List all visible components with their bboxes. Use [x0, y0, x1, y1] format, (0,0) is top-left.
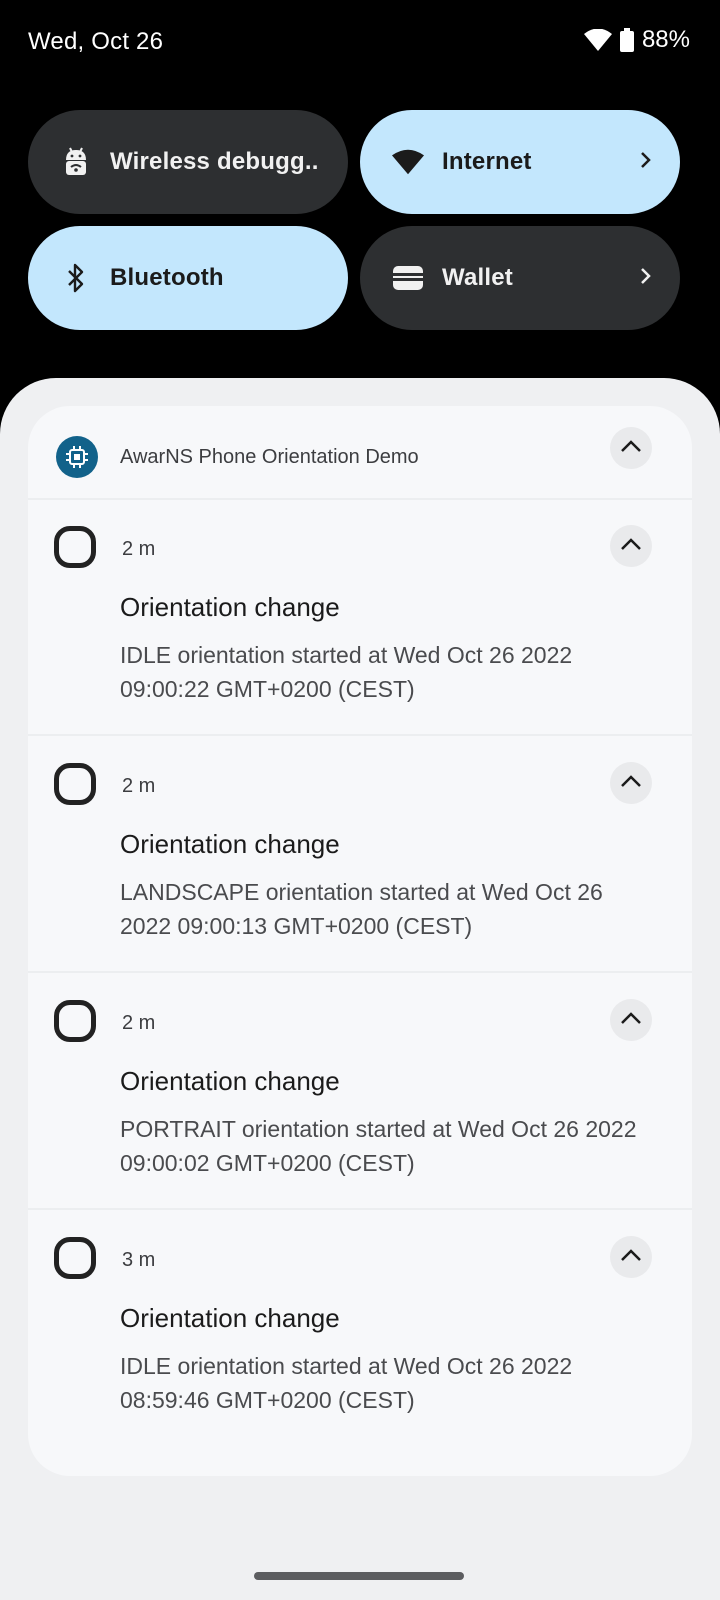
battery-icon — [619, 28, 634, 52]
wifi-icon — [583, 29, 612, 51]
collapse-notification-button[interactable] — [610, 1236, 652, 1278]
app-name: AwarNS Phone Orientation Demo — [120, 446, 419, 468]
divider — [28, 971, 692, 973]
notification-body: LANDSCAPE orientation started at Wed Oct… — [120, 879, 603, 939]
chip-icon — [56, 436, 98, 478]
battery-percent: 88% — [641, 26, 690, 53]
notification-item[interactable]: 3 m Orientation change IDLE orientation … — [28, 1211, 692, 1451]
notification-time: 3 m — [122, 1249, 156, 1271]
tile-bluetooth[interactable]: Bluetooth — [28, 226, 348, 330]
chevron-up-icon — [620, 439, 642, 458]
tile-label: Bluetooth — [110, 264, 224, 291]
android-debug-icon — [60, 146, 92, 178]
tile-label: Wallet — [442, 264, 513, 291]
collapse-notification-button[interactable] — [610, 999, 652, 1041]
notification-group-header[interactable]: AwarNS Phone Orientation Demo — [28, 406, 692, 508]
chevron-up-icon — [620, 774, 642, 793]
notification-title: Orientation change — [120, 592, 340, 622]
tile-wallet[interactable]: Wallet — [360, 226, 680, 330]
notification-title: Orientation change — [120, 829, 340, 859]
status-icons: 88% — [583, 26, 690, 54]
tile-wireless-debugging[interactable]: Wireless debugg.. — [28, 110, 348, 214]
circle-square-icon — [54, 763, 96, 805]
chevron-right-icon — [640, 264, 652, 292]
notification-title: Orientation change — [120, 1066, 340, 1096]
chevron-up-icon — [620, 1248, 642, 1267]
chevron-right-icon — [640, 148, 652, 176]
status-date: Wed, Oct 26 — [28, 28, 164, 55]
notification-body: IDLE orientation started at Wed Oct 26 2… — [120, 642, 573, 702]
circle-square-icon — [54, 526, 96, 568]
notification-item[interactable]: 2 m Orientation change IDLE orientation … — [28, 500, 692, 740]
tile-label: Internet — [442, 148, 532, 175]
wallet-icon — [392, 262, 424, 294]
circle-square-icon — [54, 1237, 96, 1279]
notification-body: IDLE orientation started at Wed Oct 26 2… — [120, 1353, 573, 1413]
divider — [28, 1208, 692, 1210]
chevron-up-icon — [620, 537, 642, 556]
notification-item[interactable]: 2 m Orientation change LANDSCAPE orienta… — [28, 737, 692, 977]
status-bar: Wed, Oct 26 88% — [0, 0, 720, 90]
wifi-icon — [392, 146, 424, 178]
chevron-up-icon — [620, 1011, 642, 1030]
collapse-group-button[interactable] — [610, 427, 652, 469]
circle-square-icon — [54, 1000, 96, 1042]
tile-internet[interactable]: Internet — [360, 110, 680, 214]
bluetooth-icon — [60, 262, 92, 294]
notification-title: Orientation change — [120, 1303, 340, 1333]
notification-body: PORTRAIT orientation started at Wed Oct … — [120, 1116, 637, 1176]
tile-label: Wireless debugg.. — [110, 148, 319, 175]
collapse-notification-button[interactable] — [610, 762, 652, 804]
divider — [28, 734, 692, 736]
notification-group[interactable]: AwarNS Phone Orientation Demo 2 m Orient… — [28, 406, 692, 1476]
notification-time: 2 m — [122, 775, 156, 797]
collapse-notification-button[interactable] — [610, 525, 652, 567]
gesture-nav-handle[interactable] — [254, 1572, 464, 1580]
notification-item[interactable]: 2 m Orientation change PORTRAIT orientat… — [28, 974, 692, 1214]
notification-time: 2 m — [122, 1012, 156, 1034]
notification-time: 2 m — [122, 538, 156, 560]
